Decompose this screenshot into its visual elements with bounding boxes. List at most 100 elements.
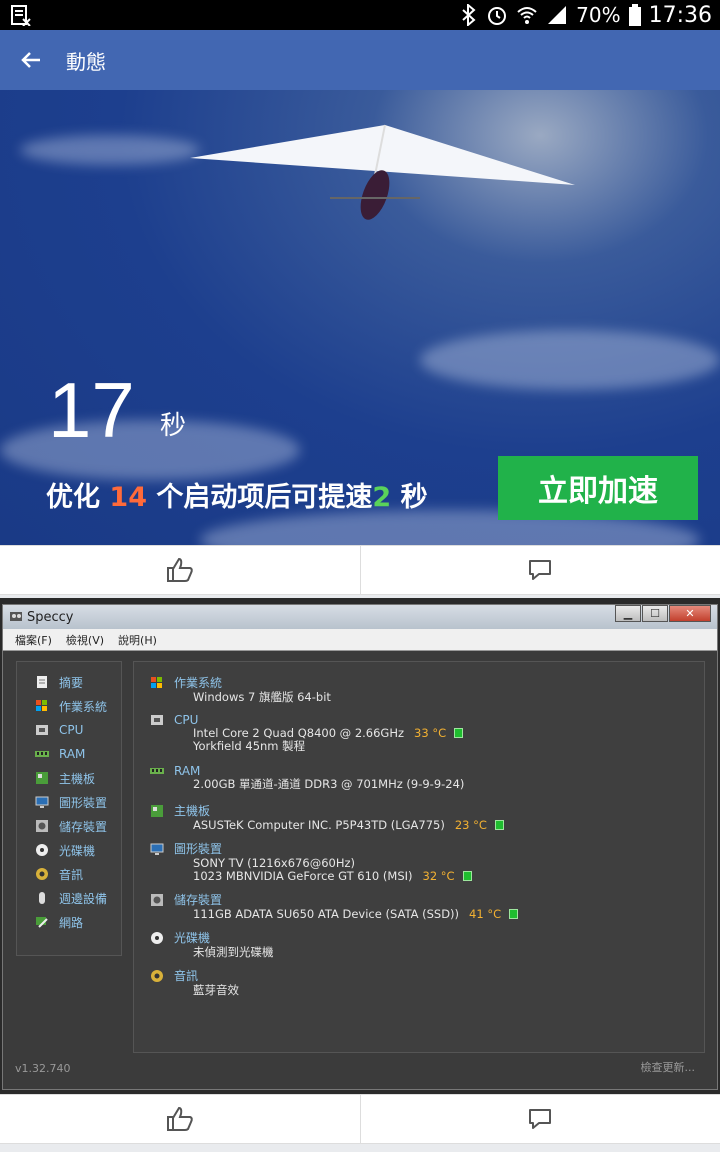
temperature: 23 °C	[454, 818, 487, 832]
motherboard-icon	[151, 804, 163, 817]
detail-line: 藍芽音效	[193, 983, 239, 997]
section-graphics: 圖形裝置 SONY TV (1216x676@60Hz) 1023 MBNVID…	[150, 840, 472, 883]
detail-line: Windows 7 旗艦版 64-bit	[193, 690, 331, 704]
motherboard-icon	[36, 772, 48, 784]
post-image-speccy[interactable]: Speccy ▁ ☐ ✕ 檔案(F) 檢視(V) 說明(H) 摘要 作業系統 C…	[0, 598, 720, 1094]
notification-icon	[11, 5, 31, 26]
menu-view[interactable]: 檢視(V)	[66, 632, 104, 648]
detail-line: 未偵測到光碟機	[193, 945, 274, 959]
detail-line: Intel Core 2 Quad Q8400 @ 2.66GHz	[193, 726, 405, 740]
detail-line: 1023 MBNVIDIA GeForce GT 610 (MSI)	[193, 869, 413, 883]
speccy-app-icon	[10, 612, 22, 621]
comment-button[interactable]	[359, 546, 720, 594]
section-cpu: CPU Intel Core 2 Quad Q8400 @ 2.66GHz 33 …	[150, 713, 464, 753]
section-title[interactable]: 圖形裝置	[174, 840, 222, 857]
section-audio: 音訊 藍芽音效	[150, 967, 239, 997]
menu-help[interactable]: 說明(H)	[118, 632, 157, 648]
comment-icon	[529, 1109, 552, 1129]
disc-icon	[36, 844, 48, 856]
nav-storage[interactable]: 儲存裝置	[17, 814, 121, 838]
temp-status-icon	[454, 728, 464, 738]
monitor-icon	[150, 843, 164, 855]
section-title[interactable]: 光碟機	[174, 929, 210, 946]
detail-line: Yorkfield 45nm 製程	[193, 739, 306, 753]
like-button[interactable]	[0, 1095, 360, 1143]
thumbs-up-icon	[166, 1106, 193, 1131]
speaker-icon	[36, 868, 48, 880]
comment-button[interactable]	[359, 1095, 720, 1143]
post-action-bar	[0, 545, 720, 595]
detail-line: 111GB ADATA SU650 ATA Device (SATA (SSD)…	[193, 907, 460, 921]
section-title[interactable]: 音訊	[174, 967, 198, 984]
disc-icon	[151, 931, 163, 944]
alarm-icon	[488, 7, 507, 25]
windows-icon	[36, 700, 47, 711]
page-title: 動態	[66, 50, 106, 74]
detail-line: ASUSTeK Computer INC. P5P43TD (LGA775)	[193, 818, 445, 832]
nav-optical[interactable]: 光碟機	[17, 838, 121, 862]
temp-status-icon	[509, 909, 519, 919]
like-button[interactable]	[0, 546, 360, 594]
battery-percent: 70%	[576, 3, 621, 27]
maximize-button[interactable]: ☐	[642, 605, 668, 622]
battery-icon	[628, 4, 641, 26]
summary-icon	[37, 676, 47, 688]
temperature: 41 °C	[469, 907, 502, 921]
check-update-link[interactable]: 檢查更新...	[641, 1059, 696, 1075]
nav-motherboard[interactable]: 主機板	[17, 766, 121, 790]
optimize-message: 优化 14 个启动项后可提速2 秒	[46, 482, 428, 513]
section-title[interactable]: CPU	[174, 713, 198, 727]
minimize-button[interactable]: ▁	[615, 605, 641, 622]
post-image-ad[interactable]: 17 秒 优化 14 个启动项后可提速2 秒 立即加速	[0, 90, 720, 545]
clock: 17:36	[648, 2, 712, 28]
signal-icon	[548, 6, 567, 24]
speccy-window: Speccy ▁ ☐ ✕ 檔案(F) 檢視(V) 說明(H) 摘要 作業系統 C…	[2, 604, 718, 1090]
startup-count: 14	[109, 482, 147, 513]
wifi-icon	[517, 7, 537, 24]
section-optical: 光碟機 未偵測到光碟機	[150, 929, 274, 959]
section-title[interactable]: RAM	[174, 764, 200, 778]
menu-bar: 檔案(F) 檢視(V) 說明(H)	[3, 629, 717, 651]
section-os: 作業系統 Windows 7 旗艦版 64-bit	[150, 674, 331, 704]
seconds-unit: 秒	[160, 411, 187, 441]
bluetooth-icon	[462, 4, 476, 26]
nav-summary[interactable]: 摘要	[17, 670, 121, 694]
speed-up-button[interactable]: 立即加速	[498, 456, 698, 520]
network-icon	[36, 917, 48, 928]
nav-peripherals[interactable]: 週邊設備	[17, 886, 121, 910]
nav-os[interactable]: 作業系統	[17, 694, 121, 718]
nav-cpu[interactable]: CPU	[17, 718, 121, 742]
status-bar: 70% 17:36	[0, 0, 720, 30]
section-title[interactable]: 主機板	[174, 802, 210, 819]
temperature: 32 °C	[422, 869, 455, 883]
ram-icon	[35, 751, 49, 757]
section-title[interactable]: 儲存裝置	[174, 891, 222, 908]
boot-time-number: 17	[48, 366, 135, 454]
windows-icon	[151, 676, 162, 688]
section-ram: RAM 2.00GB 單通道-通道 DDR3 @ 701MHz (9-9-9-2…	[150, 764, 464, 791]
nav-graphics[interactable]: 圖形裝置	[17, 790, 121, 814]
section-title[interactable]: 作業系統	[174, 674, 222, 691]
monitor-icon	[35, 796, 49, 808]
mouse-icon	[39, 892, 45, 904]
close-button[interactable]: ✕	[669, 605, 711, 622]
version-label: v1.32.740	[15, 1062, 71, 1075]
section-motherboard: 主機板 ASUSTeK Computer INC. P5P43TD (LGA77…	[150, 802, 504, 832]
menu-file[interactable]: 檔案(F)	[15, 632, 52, 648]
hard-drive-icon	[151, 893, 163, 906]
app-bar: 動態	[0, 30, 720, 90]
nav-pane: 摘要 作業系統 CPU RAM 主機板 圖形裝置 儲存裝置 光碟機 音訊 週邊設…	[16, 661, 122, 956]
temp-status-icon	[462, 871, 472, 881]
nav-audio[interactable]: 音訊	[17, 862, 121, 886]
detail-line: 2.00GB 單通道-通道 DDR3 @ 701MHz (9-9-9-24)	[193, 777, 465, 791]
thumbs-up-icon	[166, 557, 193, 582]
speaker-icon	[151, 969, 163, 982]
nav-ram[interactable]: RAM	[17, 742, 121, 766]
temp-status-icon	[494, 820, 504, 830]
back-arrow-icon[interactable]	[18, 48, 44, 72]
speccy-titlebar: Speccy ▁ ☐ ✕	[3, 605, 717, 629]
detail-pane: 作業系統 Windows 7 旗艦版 64-bit CPU Intel Core…	[133, 661, 705, 1053]
nav-network[interactable]: 網路	[17, 910, 121, 934]
hang-glider-image	[190, 124, 575, 220]
post-action-bar	[0, 1094, 720, 1144]
